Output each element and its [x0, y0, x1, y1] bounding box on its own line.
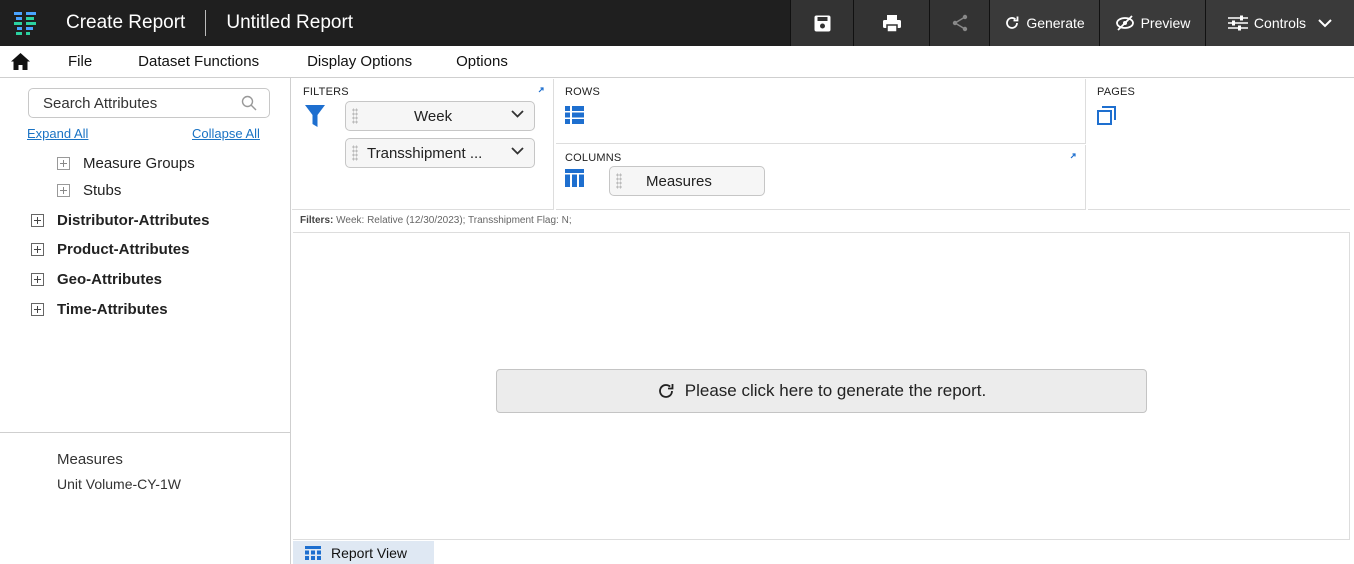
- app-logo-icon[interactable]: [0, 0, 50, 46]
- expand-all-link[interactable]: Expand All: [27, 126, 88, 141]
- preview-off-icon: [1115, 15, 1134, 31]
- share-icon: [952, 14, 967, 32]
- generate-prompt-text: Please click here to generate the report…: [684, 381, 987, 400]
- preview-button[interactable]: Preview: [1099, 0, 1205, 46]
- column-pill-measures[interactable]: Measures: [609, 166, 765, 196]
- drag-handle-icon[interactable]: [616, 173, 622, 189]
- search-icon: [241, 95, 257, 111]
- title-divider: [205, 10, 207, 36]
- drag-handle-icon[interactable]: [352, 108, 358, 124]
- filter-icon: [305, 105, 325, 127]
- generate-label: Generate: [1026, 15, 1085, 31]
- tab-report-view[interactable]: Report View: [293, 541, 434, 564]
- measure-item[interactable]: Unit Volume-CY-1W: [57, 476, 181, 492]
- menu-bar: File Dataset Functions Display Options O…: [0, 46, 1354, 78]
- save-button[interactable]: [790, 0, 853, 46]
- expand-icon: [31, 214, 44, 227]
- tree-item-distributor-attributes[interactable]: Distributor-Attributes: [31, 212, 210, 229]
- attributes-panel: Search Attributes Expand All Collapse Al…: [0, 78, 291, 564]
- applied-filters-summary: Filters: Week: Relative (12/30/2023); Tr…: [300, 215, 572, 226]
- expand-icon: [31, 303, 44, 316]
- chevron-down-icon[interactable]: [511, 110, 524, 119]
- search-placeholder: Search Attributes: [43, 94, 158, 112]
- grid-icon: [305, 545, 321, 560]
- print-button[interactable]: [853, 0, 929, 46]
- filter-pill-transshipment[interactable]: Transshipment ...: [345, 138, 535, 168]
- expand-icon: [31, 243, 44, 256]
- rows-zone[interactable]: ROWS: [556, 79, 1086, 144]
- tree-item-stubs[interactable]: Stubs: [57, 182, 121, 199]
- filter-pill-week[interactable]: Week: [345, 101, 535, 131]
- drag-handle-icon[interactable]: [352, 145, 358, 161]
- top-bar: Create Report Untitled Report Generate P…: [0, 0, 1354, 46]
- generate-button[interactable]: Generate: [989, 0, 1099, 46]
- menu-display-options[interactable]: Display Options: [307, 53, 412, 70]
- home-icon: [10, 53, 30, 70]
- tree-item-product-attributes[interactable]: Product-Attributes: [31, 241, 190, 258]
- tree-item-geo-attributes[interactable]: Geo-Attributes: [31, 271, 162, 288]
- columns-label: COLUMNS: [565, 152, 622, 164]
- measures-heading: Measures: [57, 451, 123, 468]
- report-name[interactable]: Untitled Report: [226, 12, 353, 34]
- expand-zone-icon[interactable]: [538, 87, 544, 93]
- pages-label: PAGES: [1097, 86, 1136, 98]
- tab-report-view-label: Report View: [331, 544, 408, 561]
- columns-zone[interactable]: COLUMNS Measures: [556, 145, 1086, 210]
- chevron-down-icon[interactable]: [511, 147, 524, 156]
- controls-button[interactable]: Controls: [1205, 0, 1354, 46]
- generate-report-button[interactable]: Please click here to generate the report…: [496, 369, 1147, 413]
- preview-label: Preview: [1140, 15, 1191, 31]
- rows-label: ROWS: [565, 86, 601, 98]
- filters-label: FILTERS: [303, 86, 349, 98]
- sliders-icon: [1227, 15, 1248, 31]
- tree-item-time-attributes[interactable]: Time-Attributes: [31, 301, 168, 318]
- controls-label: Controls: [1253, 15, 1307, 31]
- refresh-icon: [658, 384, 674, 398]
- collapse-all-link[interactable]: Collapse All: [192, 126, 260, 141]
- refresh-icon: [1006, 16, 1019, 29]
- filters-zone[interactable]: FILTERS Week Transshipment ...: [292, 79, 554, 210]
- print-icon: [882, 14, 901, 32]
- menu-file[interactable]: File: [68, 53, 92, 70]
- save-icon: [814, 15, 830, 31]
- app-title: Create Report: [66, 12, 186, 33]
- expand-icon: [57, 184, 70, 197]
- share-button[interactable]: [929, 0, 989, 46]
- home-button[interactable]: [0, 53, 40, 70]
- selected-measures-panel: Measures Unit Volume-CY-1W: [0, 432, 290, 564]
- tree-item-measure-groups[interactable]: Measure Groups: [57, 155, 195, 172]
- expand-icon: [31, 273, 44, 286]
- pages-zone[interactable]: PAGES: [1088, 79, 1350, 210]
- chevron-down-icon: [1318, 18, 1332, 27]
- pages-icon: [1097, 106, 1116, 125]
- rows-icon: [565, 106, 584, 124]
- columns-icon: [565, 169, 584, 187]
- expand-zone-icon[interactable]: [1070, 153, 1076, 159]
- expand-icon: [57, 157, 70, 170]
- menu-dataset-functions[interactable]: Dataset Functions: [138, 53, 259, 70]
- search-input[interactable]: Search Attributes: [28, 88, 270, 118]
- menu-options[interactable]: Options: [456, 53, 508, 70]
